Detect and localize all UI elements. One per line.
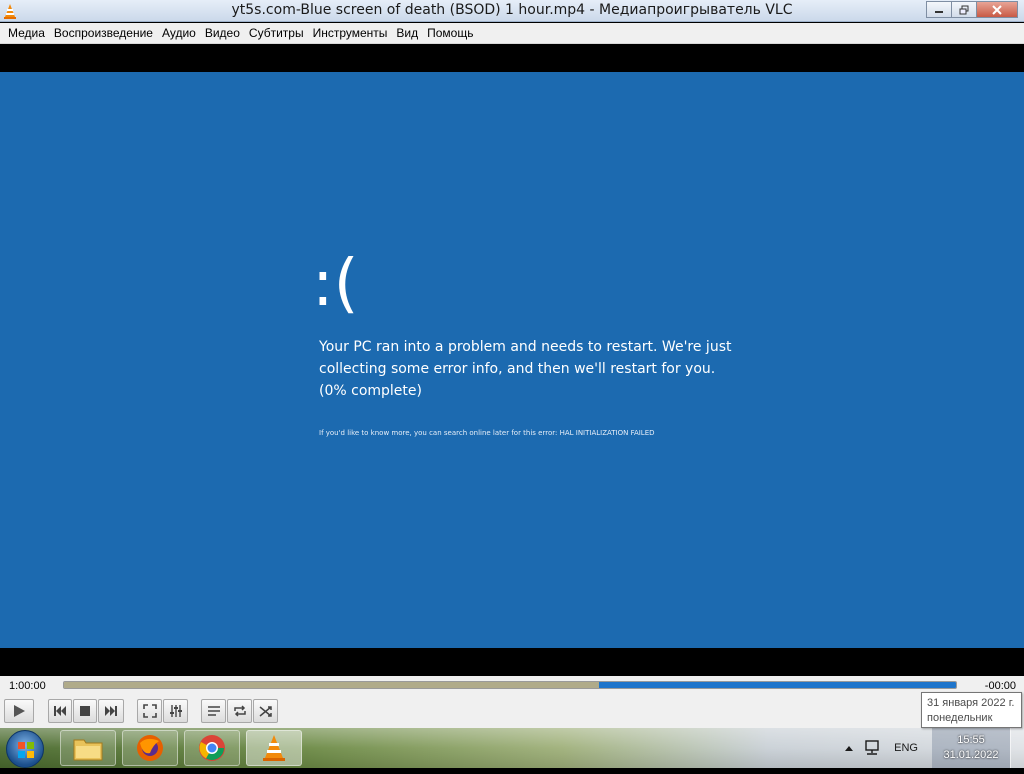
- show-desktop-button[interactable]: [1010, 728, 1024, 768]
- tooltip-date: 31 января 2022 г.: [927, 697, 1015, 709]
- taskbar-explorer[interactable]: [60, 730, 116, 766]
- fullscreen-button[interactable]: [137, 699, 162, 723]
- maximize-button[interactable]: [951, 1, 977, 18]
- bsod-fine-print: If you'd like to know more, you can sear…: [319, 429, 655, 437]
- shuffle-button[interactable]: [253, 699, 278, 723]
- next-icon: [105, 706, 117, 716]
- seek-bar[interactable]: [63, 681, 957, 689]
- restore-icon: [959, 5, 969, 14]
- system-tray: ENG 15:55 31.01.2022: [842, 728, 1024, 768]
- taskbar-chrome[interactable]: [184, 730, 240, 766]
- taskbar-vlc[interactable]: [246, 730, 302, 766]
- equalizer-icon: [169, 705, 182, 717]
- video-area[interactable]: :( Your PC ran into a problem and needs …: [0, 44, 1024, 676]
- elapsed-time[interactable]: 1:00:00: [9, 680, 46, 692]
- playlist-icon: [207, 706, 220, 716]
- previous-button[interactable]: [48, 699, 72, 723]
- title-bar[interactable]: yt5s.com-Blue screen of death (BSOD) 1 h…: [0, 0, 1024, 22]
- menu-subtitles[interactable]: Субтитры: [245, 26, 308, 40]
- play-icon: [14, 705, 25, 717]
- seek-played: [64, 682, 600, 688]
- window-title: yt5s.com-Blue screen of death (BSOD) 1 h…: [231, 2, 793, 18]
- date-tooltip: 31 января 2022 г. понедельник: [921, 692, 1022, 728]
- previous-icon: [54, 706, 66, 716]
- close-button[interactable]: [976, 1, 1018, 18]
- show-hidden-icons-icon[interactable]: [842, 741, 856, 755]
- start-button[interactable]: [6, 730, 44, 768]
- remaining-time[interactable]: -00:00: [985, 680, 1016, 692]
- loop-icon: [233, 705, 246, 717]
- minimize-icon: [935, 10, 943, 13]
- windows-logo-icon: [18, 742, 34, 758]
- play-button[interactable]: [4, 699, 34, 723]
- menu-tools[interactable]: Инструменты: [309, 26, 392, 40]
- next-button[interactable]: [98, 699, 124, 723]
- sad-face: :(: [312, 247, 359, 321]
- playback-controls: 1:00:00 -00:00: [0, 676, 1024, 728]
- clock-date: 31.01.2022: [943, 749, 999, 761]
- bsod-message: Your PC ran into a problem and needs to …: [319, 339, 732, 399]
- menu-video[interactable]: Видео: [201, 26, 244, 40]
- clock[interactable]: 15:55 31.01.2022: [932, 728, 1010, 768]
- playlist-button[interactable]: [201, 699, 226, 723]
- seek-remaining: [599, 682, 956, 688]
- taskbar-firefox[interactable]: [122, 730, 178, 766]
- fullscreen-icon: [142, 704, 157, 718]
- menu-help[interactable]: Помощь: [423, 26, 477, 40]
- extended-settings-button[interactable]: [163, 699, 188, 723]
- loop-button[interactable]: [227, 699, 252, 723]
- tooltip-weekday: понедельник: [927, 712, 993, 724]
- menu-view[interactable]: Вид: [392, 26, 422, 40]
- taskbar: ENG 15:55 31.01.2022: [0, 728, 1024, 768]
- network-icon[interactable]: [864, 740, 882, 756]
- stop-icon: [80, 706, 90, 716]
- chrome-icon: [199, 735, 225, 761]
- firefox-icon: [137, 735, 163, 761]
- vlc-cone-icon: [263, 735, 285, 761]
- close-icon: [992, 4, 1002, 15]
- menu-playback[interactable]: Воспроизведение: [50, 26, 157, 40]
- minimize-button[interactable]: [926, 1, 952, 18]
- shuffle-icon: [259, 706, 272, 717]
- menu-media[interactable]: Медиа: [4, 26, 49, 40]
- bsod-frame: :( Your PC ran into a problem and needs …: [0, 72, 1024, 648]
- stop-button[interactable]: [73, 699, 97, 723]
- menu-bar: Медиа Воспроизведение Аудио Видео Субтит…: [0, 23, 1024, 44]
- language-indicator[interactable]: ENG: [894, 742, 918, 754]
- menu-audio[interactable]: Аудио: [158, 26, 200, 40]
- clock-time: 15:55: [957, 734, 985, 746]
- folder-icon: [73, 739, 103, 761]
